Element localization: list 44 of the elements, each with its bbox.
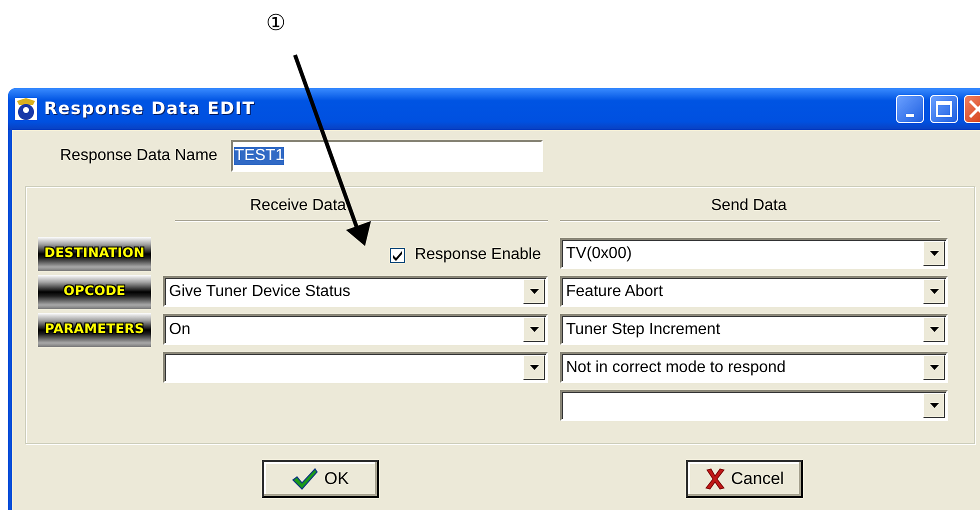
maximize-icon xyxy=(936,101,952,117)
minimize-icon xyxy=(906,114,914,116)
column-header: Send Data xyxy=(560,197,940,221)
maximize-button[interactable] xyxy=(930,95,958,123)
ok-button[interactable]: OK xyxy=(262,460,379,498)
dropdown-field[interactable]: TV(0x00) xyxy=(560,238,948,269)
dropdown-button[interactable] xyxy=(923,355,945,380)
dropdown-field[interactable]: Give Tuner Device Status xyxy=(163,276,548,307)
cancel-button[interactable]: Cancel xyxy=(686,460,803,498)
caret-icon xyxy=(930,251,938,256)
caret-icon xyxy=(530,327,538,332)
dropdown-button[interactable] xyxy=(923,393,945,418)
checkbox[interactable] xyxy=(390,248,405,262)
dropdown-field[interactable]: Feature Abort xyxy=(560,276,948,307)
field-label: Response Data Name xyxy=(60,147,218,165)
dropdown-field[interactable]: On xyxy=(163,314,548,345)
caret-icon xyxy=(930,327,938,332)
row-label: OPCODE xyxy=(38,274,151,308)
dropdown-field[interactable] xyxy=(560,390,948,421)
check-icon xyxy=(292,468,318,490)
window-title: Response Data EDIT xyxy=(44,99,256,119)
caret-icon xyxy=(530,289,538,294)
dropdown-button[interactable] xyxy=(523,317,545,342)
app-icon xyxy=(14,97,38,121)
dropdown-field[interactable]: Not in correct mode to respond xyxy=(560,352,948,383)
dropdown-button[interactable] xyxy=(923,279,945,304)
caret-icon xyxy=(530,365,538,370)
dropdown-button[interactable] xyxy=(523,279,545,304)
name-field[interactable]: TEST1 xyxy=(231,140,544,172)
dropdown-button[interactable] xyxy=(923,241,945,266)
caret-icon xyxy=(930,289,938,294)
dropdown-field[interactable] xyxy=(163,352,548,383)
cross-icon xyxy=(705,468,726,490)
column-header: Receive Data xyxy=(175,197,548,221)
caret-icon xyxy=(930,365,938,370)
callout-number: ① xyxy=(266,10,286,36)
minimize-button[interactable] xyxy=(896,95,924,123)
checkbox-label: Response Enable xyxy=(414,246,541,264)
dropdown-button[interactable] xyxy=(923,317,945,342)
dropdown-field[interactable]: Tuner Step Increment xyxy=(560,314,948,345)
row-label: PARAMETERS xyxy=(38,312,151,346)
row-label: DESTINATION xyxy=(38,236,151,270)
dropdown-button[interactable] xyxy=(523,355,545,380)
caret-icon xyxy=(930,403,938,408)
